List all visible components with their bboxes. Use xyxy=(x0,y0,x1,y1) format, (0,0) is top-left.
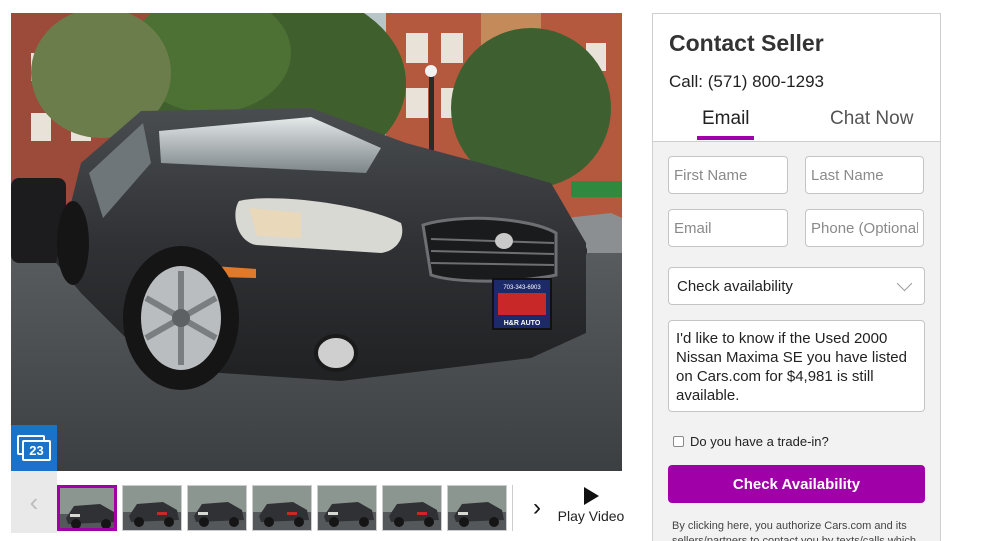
thumbnail-image xyxy=(60,488,114,528)
plate-dealer-name: H&R AUTO xyxy=(504,320,541,327)
next-photo-button[interactable]: › xyxy=(523,485,551,531)
thumbnail-image xyxy=(383,486,441,530)
thumbnail-list xyxy=(57,471,513,533)
request-type-value: Check availability xyxy=(677,278,793,295)
consent-disclaimer: By clicking here, you authorize Cars.com… xyxy=(672,520,916,541)
photo-count-number: 23 xyxy=(22,440,51,461)
thumbnail-item[interactable] xyxy=(447,485,507,531)
plate-dealer-phone: 703-343-6903 xyxy=(503,285,541,291)
thumbnail-item[interactable] xyxy=(382,485,442,531)
main-vehicle-photo[interactable]: 703-343-6903 H&R AUTO 23 xyxy=(11,13,622,471)
tab-chat-now[interactable]: Chat Now xyxy=(830,108,913,130)
request-type-select[interactable]: Check availability xyxy=(668,267,925,305)
contact-title: Contact Seller xyxy=(669,30,824,56)
photo-stack-icon: 23 xyxy=(17,435,51,461)
photo-gallery: 703-343-6903 H&R AUTO 23 ‹ › Play Video xyxy=(11,13,624,533)
thumbnail-item[interactable] xyxy=(317,485,377,531)
chevron-down-icon xyxy=(896,275,913,292)
play-video-button[interactable]: Play Video xyxy=(556,485,626,531)
message-textarea[interactable]: I'd like to know if the Used 2000 Nissan… xyxy=(668,320,925,412)
first-name-field[interactable] xyxy=(668,156,788,194)
tradein-checkbox[interactable] xyxy=(673,436,684,447)
contact-seller-panel: Contact Seller Call: (571) 800-1293 Emai… xyxy=(652,13,941,541)
seller-phone[interactable]: Call: (571) 800-1293 xyxy=(669,72,824,92)
chevron-right-icon: › xyxy=(533,494,541,521)
thumbnail-image xyxy=(123,486,181,530)
previous-photo-button[interactable]: ‹ xyxy=(11,471,57,533)
contact-header: Contact Seller Call: (571) 800-1293 Emai… xyxy=(653,14,940,142)
thumbnail-strip: ‹ › Play Video xyxy=(11,471,624,533)
thumbnail-item[interactable] xyxy=(512,485,513,531)
email-field[interactable] xyxy=(668,209,788,247)
thumbnail-image xyxy=(253,486,311,530)
last-name-field[interactable] xyxy=(805,156,924,194)
tab-email[interactable]: Email xyxy=(702,108,750,130)
phone-field[interactable] xyxy=(805,209,924,247)
chevron-left-icon: ‹ xyxy=(29,486,39,517)
thumbnail-item[interactable] xyxy=(57,485,117,531)
thumbnail-image xyxy=(448,486,506,530)
car-photo-image: 703-343-6903 H&R AUTO xyxy=(11,13,622,471)
check-availability-button[interactable]: Check Availability xyxy=(668,465,925,503)
play-icon xyxy=(583,487,599,505)
thumbnail-item[interactable] xyxy=(252,485,312,531)
thumbnail-item[interactable] xyxy=(187,485,247,531)
thumbnail-image xyxy=(188,486,246,530)
thumbnail-item[interactable] xyxy=(122,485,182,531)
tradein-checkbox-row[interactable]: Do you have a trade-in? xyxy=(673,434,829,449)
thumbnail-image xyxy=(318,486,376,530)
photo-count-badge[interactable]: 23 xyxy=(11,425,57,471)
play-video-label: Play Video xyxy=(557,508,625,524)
active-tab-indicator xyxy=(697,136,754,140)
tradein-label: Do you have a trade-in? xyxy=(690,434,829,449)
